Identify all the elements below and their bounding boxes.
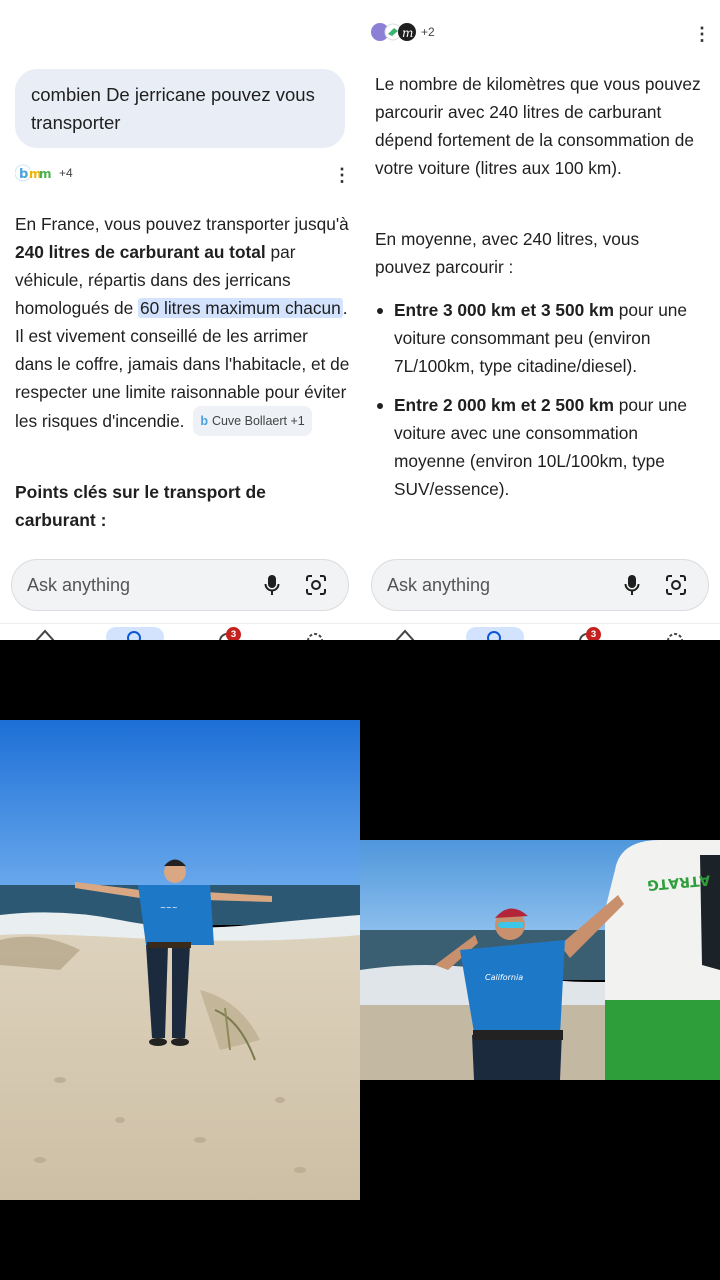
svg-text:m: m bbox=[39, 167, 52, 181]
sources-count: +2 bbox=[421, 25, 435, 39]
answer-bullets: Entre 3 000 km et 3 500 km pour une voit… bbox=[375, 296, 710, 514]
list-item: Entre 2 000 km et 2 500 km pour une voit… bbox=[375, 391, 710, 503]
answer-paragraph-1: Le nombre de kilomètres que vous pouvez … bbox=[375, 74, 701, 178]
svg-text:b: b bbox=[19, 167, 28, 182]
sources-row[interactable]: m +2 bbox=[371, 22, 435, 42]
svg-text:~~~: ~~~ bbox=[160, 904, 178, 912]
sources-row[interactable]: b m m +4 bbox=[15, 163, 73, 183]
answer-paragraph-2: En moyenne, avec 240 litres, vous pouvez… bbox=[375, 229, 640, 277]
notification-badge: 3 bbox=[226, 627, 241, 640]
svg-text:m: m bbox=[402, 26, 413, 40]
ask-placeholder: Ask anything bbox=[27, 574, 131, 595]
kebab-icon[interactable]: ⋮ bbox=[333, 166, 351, 184]
van-photo: ꓨꓕꓯꓤꓕꓯ California bbox=[360, 840, 720, 1080]
history-icon[interactable] bbox=[664, 628, 686, 640]
answer-bold: 240 litres de carburant au total bbox=[15, 242, 266, 262]
ask-input[interactable]: Ask anything bbox=[371, 559, 709, 611]
bollaert-icon: b bbox=[200, 414, 208, 428]
answer-text: En France, vous pouvez transporter jusqu… bbox=[15, 214, 349, 234]
notification-badge: 3 bbox=[586, 627, 601, 640]
bottom-nav: 3 bbox=[0, 623, 360, 640]
bottom-nav: 3 bbox=[360, 623, 720, 640]
key-points-heading: Points clés sur le transport de carburan… bbox=[15, 482, 266, 530]
right-screenshot: m +2 ⋮ Le nombre de kilomètres que vous … bbox=[360, 0, 720, 640]
list-item: Entre 3 000 km et 3 500 km pour une voit… bbox=[375, 296, 710, 380]
svg-text:California: California bbox=[485, 973, 523, 982]
ask-input[interactable]: Ask anything bbox=[11, 559, 349, 611]
bullet-bold: Entre 2 000 km et 2 500 km bbox=[394, 395, 614, 415]
source-chip[interactable]: b Cuve Bollaert +1 bbox=[193, 406, 312, 436]
sources-count: +4 bbox=[59, 166, 73, 180]
mic-icon[interactable] bbox=[620, 573, 644, 597]
beach-photo: ~~~ bbox=[0, 720, 360, 1200]
kebab-icon[interactable]: ⋮ bbox=[693, 25, 711, 43]
source-favicons-icon: b m m bbox=[15, 164, 52, 182]
search-icon[interactable] bbox=[485, 628, 505, 640]
answer-paragraph: En France, vous pouvez transporter jusqu… bbox=[15, 210, 350, 436]
left-screenshot: combien De jerricane pouvez vous transpo… bbox=[0, 0, 360, 640]
home-icon[interactable] bbox=[394, 628, 416, 640]
ask-placeholder: Ask anything bbox=[387, 574, 491, 595]
user-query-bubble: combien De jerricane pouvez vous transpo… bbox=[15, 69, 345, 148]
history-icon[interactable] bbox=[304, 628, 326, 640]
lens-icon[interactable] bbox=[664, 573, 688, 597]
mic-icon[interactable] bbox=[260, 573, 284, 597]
home-icon[interactable] bbox=[34, 628, 56, 640]
search-icon[interactable] bbox=[125, 628, 145, 640]
source-chip-label: Cuve Bollaert +1 bbox=[211, 414, 305, 428]
source-favicons-icon: m bbox=[371, 23, 416, 41]
bullet-bold: Entre 3 000 km et 3 500 km bbox=[394, 300, 614, 320]
lens-icon[interactable] bbox=[304, 573, 328, 597]
answer-highlight[interactable]: 60 litres maximum chacun bbox=[137, 298, 343, 318]
